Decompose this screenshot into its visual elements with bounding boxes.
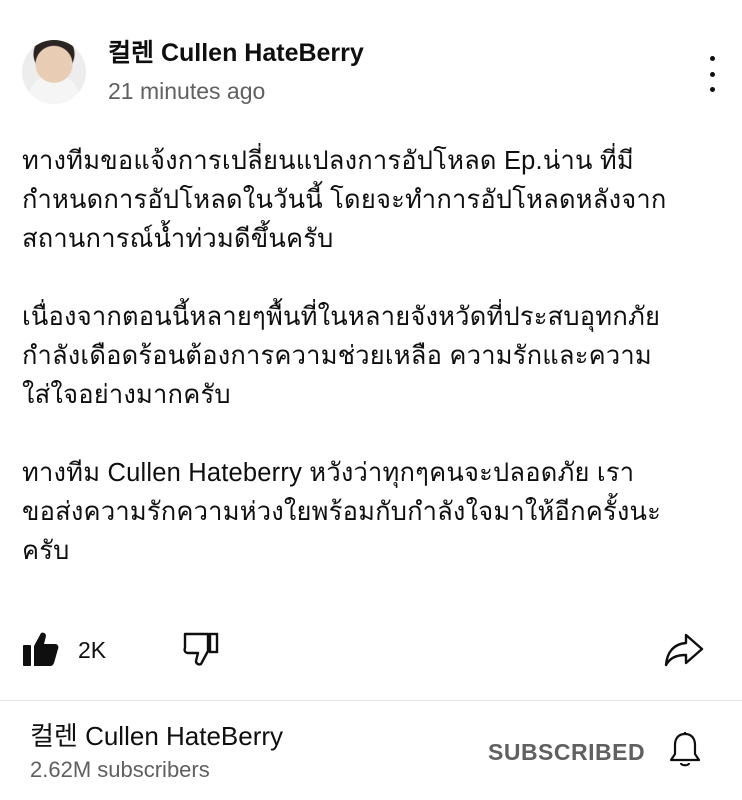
thumbs-up-filled-icon xyxy=(23,632,59,666)
channel-footer: 컬렌 Cullen HateBerry 2.62M subscribers SU… xyxy=(0,701,742,800)
more-vertical-icon xyxy=(709,56,715,61)
like-count: 2K xyxy=(78,637,107,663)
dislike-button[interactable] xyxy=(182,630,220,668)
post-timestamp: 21 minutes ago xyxy=(108,78,266,104)
notification-bell-button[interactable] xyxy=(668,731,702,769)
more-options-button[interactable] xyxy=(700,56,724,92)
channel-avatar[interactable] xyxy=(22,40,86,104)
post-paragraph: เนื่องจากตอนนี้หลายๆพื้นที่ในหลายจังหวัด… xyxy=(22,303,661,409)
notification-bell-icon xyxy=(669,732,701,767)
post-paragraph: ทางทีม Cullen Hateberry หวังว่าทุกๆคนจะป… xyxy=(22,459,662,565)
footer-channel-name[interactable]: 컬렌 Cullen HateBerry xyxy=(30,721,283,751)
post-body: ทางทีมขอแจ้งการเปลี่ยนแปลงการอัปโหลด Ep.… xyxy=(22,142,722,610)
post-channel-name[interactable]: 컬렌 Cullen HateBerry xyxy=(108,38,364,68)
post-actions: 2K xyxy=(0,628,742,672)
subscribed-button[interactable]: SUBSCRIBED xyxy=(488,739,645,765)
more-dot xyxy=(709,87,715,92)
post-paragraph: ทางทีมขอแจ้งการเปลี่ยนแปลงการอัปโหลด Ep.… xyxy=(22,147,667,253)
community-post: 컬렌 Cullen HateBerry 21 minutes ago ทางที… xyxy=(0,0,742,700)
share-arrow-icon xyxy=(664,633,704,667)
more-dot xyxy=(709,71,715,77)
thumbs-down-outline-icon xyxy=(183,632,219,666)
like-button[interactable] xyxy=(22,630,60,668)
subscriber-count: 2.62M subscribers xyxy=(30,757,210,782)
share-button[interactable] xyxy=(664,632,704,668)
